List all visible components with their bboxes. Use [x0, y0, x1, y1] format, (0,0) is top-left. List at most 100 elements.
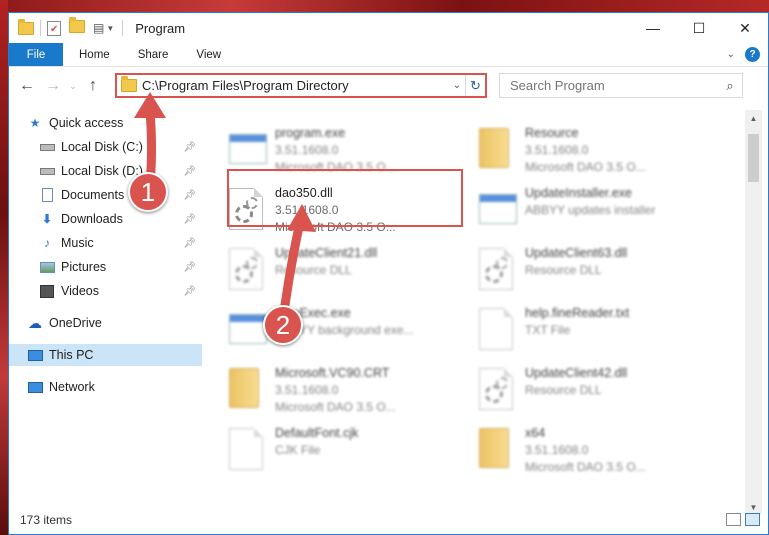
- file-item[interactable]: UpdateInstaller.exe ABBYY updates install…: [459, 184, 699, 242]
- back-arrow-icon[interactable]: ←: [14, 73, 40, 99]
- pin-icon[interactable]: 📌︎: [183, 238, 196, 249]
- file-item[interactable]: x64 3.51.1608.0 Microsoft DAO 3.5 O...: [459, 424, 699, 482]
- file-name: program.exe: [275, 126, 346, 140]
- file-detail: 3.51.1608.0: [275, 143, 339, 157]
- sidebar-item-pictures[interactable]: Pictures 📌︎: [9, 256, 202, 278]
- sidebar-item-label: Quick access: [49, 116, 124, 130]
- forward-arrow-icon[interactable]: →: [40, 73, 66, 99]
- sidebar-item-label: Network: [49, 380, 95, 394]
- new-folder-icon[interactable]: [69, 17, 85, 36]
- file-item[interactable]: FineExec.exe ABBYY background exe...: [209, 304, 449, 362]
- tab-share[interactable]: Share: [124, 43, 183, 66]
- file-item[interactable]: Microsoft.VC90.CRT 3.51.1608.0 Microsoft D…: [209, 364, 449, 422]
- file-item[interactable]: DefaultFont.cjk CJK File: [209, 424, 449, 482]
- file-item[interactable]: UpdateClient63.dll Resource DLL: [459, 244, 699, 302]
- status-bar: 173 items: [9, 505, 768, 534]
- chevron-down-icon[interactable]: ▼: [106, 24, 114, 33]
- sidebar-item-label: Downloads: [61, 212, 123, 226]
- details-view-icon[interactable]: [726, 513, 741, 526]
- pin-icon[interactable]: 📌︎: [183, 286, 196, 297]
- file-detail: 3.51.1608.0: [525, 443, 589, 457]
- sidebar-item-local-disk-d[interactable]: Local Disk (D:) 📌︎: [9, 160, 202, 182]
- step-badge-1: 1: [128, 172, 168, 212]
- sidebar-item-label: Pictures: [61, 260, 107, 274]
- drive-icon: [39, 140, 55, 154]
- sidebar-item-quick-access[interactable]: ★ Quick access: [9, 112, 202, 134]
- sidebar-item-label: Videos: [61, 284, 99, 298]
- scrollbar-thumb[interactable]: [748, 134, 759, 182]
- sidebar-item-videos[interactable]: Videos 📌︎: [9, 280, 202, 302]
- address-bar[interactable]: C:\Program Files\Program Directory ⌄ ↻: [115, 73, 487, 98]
- file-detail: ABBYY updates installer: [525, 203, 656, 217]
- expand-ribbon-icon[interactable]: ⌄: [727, 49, 735, 60]
- pin-icon[interactable]: 📌︎: [183, 190, 196, 201]
- tab-home[interactable]: Home: [65, 43, 124, 66]
- sidebar-item-label: Local Disk (C:): [61, 140, 143, 154]
- close-button[interactable]: ✕: [722, 13, 768, 43]
- file-name: Microsoft.VC90.CRT: [275, 366, 390, 380]
- sidebar-item-downloads[interactable]: ⬇ Downloads 📌︎: [9, 208, 202, 230]
- file-name: Resource: [525, 126, 579, 140]
- file-name: UpdateInstaller.exe: [525, 186, 633, 200]
- refresh-icon[interactable]: ↻: [465, 75, 485, 96]
- sidebar-item-documents[interactable]: Documents 📌︎: [9, 184, 202, 206]
- file-name: DefaultFont.cjk: [275, 426, 359, 440]
- sidebar-item-local-disk-c[interactable]: Local Disk (C:) 📌︎: [9, 136, 202, 158]
- vertical-scrollbar[interactable]: ▲ ▼: [745, 110, 762, 515]
- pin-icon[interactable]: 📌︎: [183, 142, 196, 153]
- navigation-pane: ★ Quick access Local Disk (C:) 📌︎ Local …: [9, 110, 202, 504]
- file-item[interactable]: UpdateClient21.dll Resource DLL: [209, 244, 449, 302]
- star-icon: ★: [29, 116, 41, 130]
- search-box[interactable]: ⌕: [499, 73, 743, 98]
- dll-gear-icon: [479, 368, 517, 412]
- pin-icon[interactable]: 📌︎: [183, 166, 196, 177]
- file-detail: TXT File: [525, 323, 571, 337]
- videos-icon: [39, 284, 55, 298]
- file-detail: Resource DLL: [525, 383, 602, 397]
- properties-icon[interactable]: ✔: [47, 20, 61, 36]
- step-badge-2: 2: [263, 305, 303, 345]
- tab-view[interactable]: View: [182, 43, 235, 66]
- file-name: UpdateClient21.dll: [275, 246, 378, 260]
- search-icon[interactable]: ⌕: [718, 78, 742, 94]
- sidebar-item-this-pc[interactable]: This PC: [9, 344, 202, 366]
- file-item[interactable]: Resource 3.51.1608.0 Microsoft DAO 3.5 O..…: [459, 124, 699, 182]
- minimize-button[interactable]: —: [630, 13, 676, 43]
- help-icon[interactable]: ?: [745, 47, 760, 62]
- maximize-button[interactable]: ☐: [676, 13, 722, 43]
- chevron-down-icon[interactable]: ⌄: [449, 80, 465, 91]
- drive-icon: [39, 164, 55, 178]
- file-item[interactable]: UpdateClient42.dll Resource DLL: [459, 364, 699, 422]
- explorer-window: ✔ ▤ ▼ Program — ☐ ✕ File Home Share View…: [8, 12, 769, 535]
- file-detail: Microsoft DAO 3.5 O...: [525, 460, 646, 474]
- folder-icon: [18, 19, 34, 36]
- file-icon: [229, 428, 267, 472]
- tab-file[interactable]: File: [9, 43, 63, 66]
- up-arrow-icon[interactable]: ↑: [80, 73, 106, 99]
- scroll-up-icon[interactable]: ▲: [745, 110, 762, 126]
- separator: [40, 20, 41, 36]
- sidebar-item-onedrive[interactable]: ☁ OneDrive: [9, 312, 202, 334]
- file-icon: [479, 308, 517, 352]
- address-path[interactable]: C:\Program Files\Program Directory: [142, 78, 449, 93]
- large-icons-view-icon[interactable]: [745, 513, 760, 526]
- recent-locations-icon[interactable]: ⌄: [66, 73, 80, 99]
- file-detail: 3.51.1608.0: [275, 383, 339, 397]
- search-input[interactable]: [510, 78, 718, 93]
- view-options-icon[interactable]: ▤: [93, 21, 104, 35]
- pictures-icon: [39, 260, 55, 274]
- file-detail: 3.51.1608.0: [525, 143, 589, 157]
- pin-icon[interactable]: 📌︎: [183, 262, 196, 273]
- exe-icon: [479, 188, 517, 232]
- exe-icon: [229, 128, 267, 172]
- file-item[interactable]: help.fineReader.txt TXT File: [459, 304, 699, 362]
- sidebar-item-network[interactable]: Network: [9, 376, 202, 398]
- sidebar-item-label: This PC: [49, 348, 94, 362]
- network-icon: [27, 380, 43, 394]
- desktop-background-left: [0, 0, 8, 535]
- sidebar-item-music[interactable]: ♪ Music 📌︎: [9, 232, 202, 254]
- pin-icon[interactable]: 📌︎: [183, 214, 196, 225]
- window-title: Program: [135, 20, 186, 36]
- file-name: help.fineReader.txt: [525, 306, 630, 320]
- file-detail: Resource DLL: [525, 263, 602, 277]
